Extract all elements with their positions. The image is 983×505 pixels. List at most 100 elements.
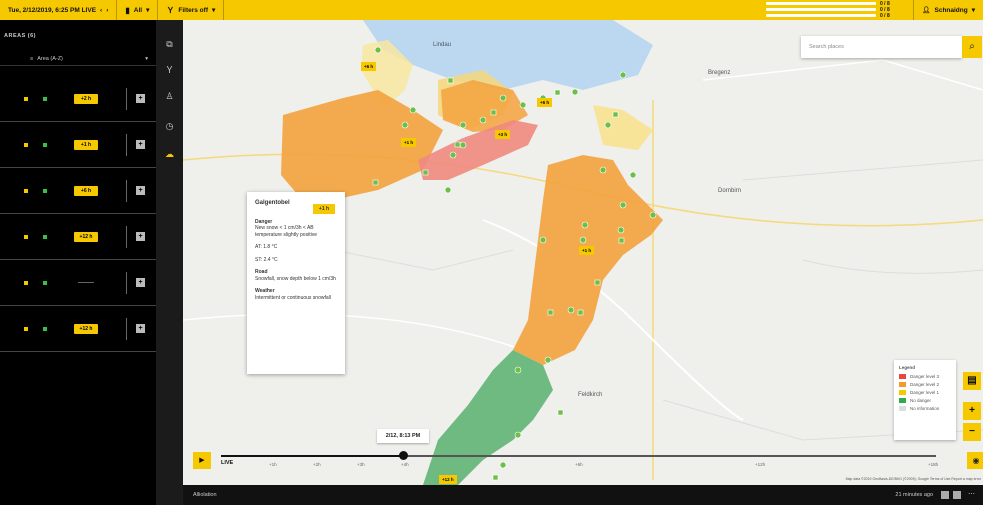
map-view[interactable]: Bregenz Dornbirn Feldkirch Lindau +6 h +… xyxy=(183,20,983,485)
layers-icon[interactable]: ⧉ xyxy=(163,38,176,51)
grid-icon[interactable] xyxy=(941,491,949,499)
filter-icon: Ｙ xyxy=(166,5,175,15)
legend-label: No danger xyxy=(910,398,932,403)
next-icon[interactable]: › xyxy=(106,7,108,14)
legend-swatch xyxy=(899,382,906,387)
map-forecast-label[interactable]: +1 h xyxy=(579,246,595,255)
divider xyxy=(126,180,127,202)
map-forecast-label[interactable]: +6 h xyxy=(537,98,553,107)
history-icon[interactable]: ◷ xyxy=(163,120,176,133)
timeline-tooltip: 2/12, 8:13 PM xyxy=(377,429,429,443)
play-icon: ▶ xyxy=(199,457,205,464)
add-button[interactable]: + xyxy=(136,324,145,333)
last-updated: 21 minutes ago xyxy=(895,492,933,498)
area-row[interactable]: +6 h + xyxy=(0,168,156,214)
search-button[interactable]: ⌕ xyxy=(962,36,982,58)
yellow-status-dot xyxy=(24,189,28,193)
timeline-progress xyxy=(221,455,403,457)
area-row[interactable]: +2 h + xyxy=(0,76,156,122)
stat-bar xyxy=(766,2,876,5)
divider xyxy=(126,88,127,110)
area-row[interactable]: +1 h + xyxy=(0,122,156,168)
area-row[interactable]: +12 h + xyxy=(0,306,156,352)
place-label: Feldkirch xyxy=(578,392,603,398)
yellow-status-dot xyxy=(24,281,28,285)
timeline-tick: +3h xyxy=(357,462,365,467)
forecast-badge: +2 h xyxy=(74,94,98,104)
place-label: Lindau xyxy=(433,42,452,48)
stat-bar xyxy=(766,14,876,17)
yellow-status-dot xyxy=(24,327,28,331)
add-button[interactable]: + xyxy=(136,186,145,195)
scope-dropdown[interactable]: ▮ All ▾ xyxy=(117,0,159,20)
legend-label: No information xyxy=(910,406,940,411)
chevron-down-icon: ▾ xyxy=(145,55,148,62)
prev-icon[interactable]: ‹ xyxy=(100,7,102,14)
legend-label: Danger level 1 xyxy=(910,390,940,395)
road-text: Snowfall, snow depth below 1 cm/3h xyxy=(255,275,336,282)
chevron-down-icon: ▾ xyxy=(212,7,216,14)
user-menu[interactable]: 👤︎ Schnaidng ▾ xyxy=(913,0,975,20)
no-forecast-dash xyxy=(78,282,94,283)
add-button[interactable]: + xyxy=(136,232,145,241)
weather-icon[interactable]: ☁ xyxy=(163,148,176,161)
legend-item: Danger level 3 xyxy=(899,374,951,379)
map-forecast-label[interactable]: +3 h xyxy=(495,130,511,139)
location-button[interactable]: ◉ xyxy=(967,452,983,469)
yellow-status-dot xyxy=(24,143,28,147)
zoom-out-button[interactable]: − xyxy=(963,423,981,441)
map-forecast-label[interactable]: +1 h xyxy=(401,138,417,147)
legend-toggle-button[interactable]: ▤ xyxy=(963,372,981,390)
divider xyxy=(126,318,127,340)
legend-swatch xyxy=(899,398,906,403)
bookmark-icon: ▮ xyxy=(125,5,130,15)
play-button[interactable]: ▶ xyxy=(193,452,211,469)
stat-label: 0 / 8 xyxy=(880,13,890,19)
divider xyxy=(126,226,127,248)
areas-panel: AREAS (6) ≡ Area (A-Z) ▾ +2 h + +1 h + +… xyxy=(0,20,156,505)
station-popup: Galgentobel +1 h Danger New snow < 1 cm/… xyxy=(247,192,345,374)
green-status-dot xyxy=(43,327,47,331)
map-legend: Legend Danger level 3 Danger level 2 Dan… xyxy=(894,360,956,440)
weather-text: Intermittent or continuous snowfall xyxy=(255,294,331,301)
timeline-tick: +12h xyxy=(755,462,766,467)
sort-dropdown[interactable]: ≡ Area (A-Z) ▾ xyxy=(0,52,156,66)
popup-badge: +1 h xyxy=(313,204,335,214)
map-forecast-label[interactable]: +6 h xyxy=(361,62,377,71)
green-status-dot xyxy=(43,143,47,147)
pin-icon: ◉ xyxy=(972,456,980,465)
legend-item: Danger level 2 xyxy=(899,382,951,387)
areas-header: AREAS (6) xyxy=(4,33,37,39)
add-button[interactable]: + xyxy=(136,94,145,103)
zoom-in-button[interactable]: + xyxy=(963,402,981,420)
area-row[interactable]: +12 h + xyxy=(0,214,156,260)
area-row[interactable]: + xyxy=(0,260,156,306)
filter-icon[interactable]: Ｙ xyxy=(163,64,176,77)
top-toolbar: Tue, 2/12/2019, 6:25 PM LIVE ‹ › ▮ All ▾… xyxy=(0,0,983,20)
icon-rail: ⧉ Ｙ ♙ ◷ ☁ xyxy=(156,20,183,505)
green-status-dot xyxy=(43,235,47,239)
add-button[interactable]: + xyxy=(136,278,145,287)
place-label: Bregenz xyxy=(708,70,731,76)
legend-item: No information xyxy=(899,406,951,411)
more-icon[interactable]: ⋯ xyxy=(968,490,975,498)
timeline: ▶ 2/12, 8:13 PM LIVE +1h +2h +3h +4h +6h… xyxy=(183,429,983,485)
person-icon[interactable]: ♙ xyxy=(163,90,176,103)
timeline-tick: +1h xyxy=(269,462,277,467)
divider xyxy=(126,272,127,294)
legend-item: No danger xyxy=(899,398,951,403)
add-button[interactable]: + xyxy=(136,140,145,149)
datetime-selector[interactable]: Tue, 2/12/2019, 6:25 PM LIVE ‹ › xyxy=(0,0,118,20)
legend-label: Danger level 2 xyxy=(910,382,940,387)
filter-dropdown[interactable]: Ｙ Filters off ▾ xyxy=(158,0,225,20)
forecast-badge: +12 h xyxy=(74,324,98,334)
green-status-dot xyxy=(43,97,47,101)
tick-live[interactable]: LIVE xyxy=(221,460,233,466)
search-input[interactable]: Search places xyxy=(801,36,962,58)
timeline-handle[interactable] xyxy=(399,451,408,460)
timeline-track[interactable] xyxy=(221,455,936,457)
grid-icon[interactable] xyxy=(953,491,961,499)
timeline-tick: +2h xyxy=(313,462,321,467)
divider xyxy=(126,134,127,156)
stat-bar xyxy=(766,8,876,11)
